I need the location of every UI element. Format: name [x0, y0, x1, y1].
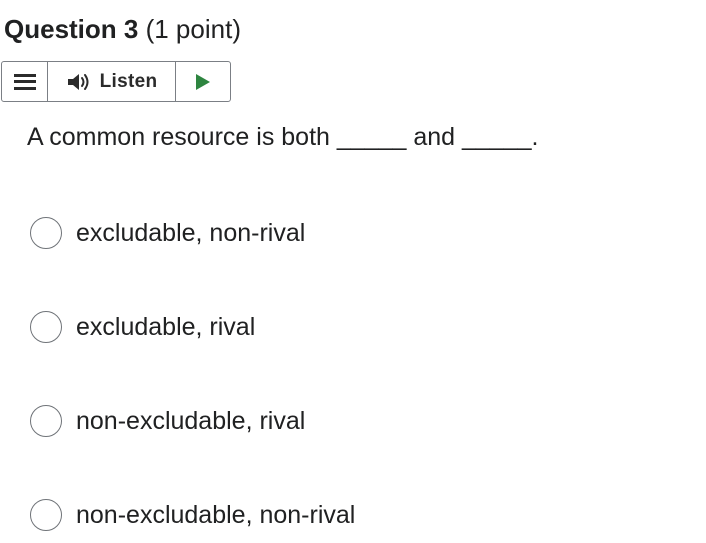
toolbar-menu-button[interactable] — [2, 62, 48, 101]
question-prompt: A common resource is both _____ and ____… — [27, 123, 539, 151]
radio-button[interactable] — [30, 217, 62, 249]
radio-button[interactable] — [30, 311, 62, 343]
question-header: Question 3 (1 point) — [4, 12, 241, 46]
speaker-icon — [67, 73, 89, 90]
question-title: Question 3 — [4, 14, 139, 44]
option-non-excludable-non-rival[interactable]: non-excludable, non-rival — [30, 498, 355, 532]
option-label: excludable, non-rival — [76, 219, 306, 247]
play-icon — [196, 73, 210, 90]
radio-button[interactable] — [30, 499, 62, 531]
radio-button[interactable] — [30, 405, 62, 437]
listen-toolbar: Listen — [1, 61, 231, 102]
option-label: non-excludable, rival — [76, 407, 306, 435]
option-excludable-rival[interactable]: excludable, rival — [30, 310, 255, 344]
option-non-excludable-rival[interactable]: non-excludable, rival — [30, 404, 305, 438]
question-points: (1 point) — [145, 14, 241, 44]
listen-label: Listen — [99, 70, 158, 92]
hamburger-menu-icon — [13, 73, 36, 90]
listen-button[interactable]: Listen — [48, 62, 176, 101]
option-excludable-non-rival[interactable]: excludable, non-rival — [30, 216, 305, 250]
option-label: non-excludable, non-rival — [76, 501, 356, 529]
play-button[interactable] — [176, 62, 230, 101]
option-label: excludable, rival — [76, 313, 256, 341]
